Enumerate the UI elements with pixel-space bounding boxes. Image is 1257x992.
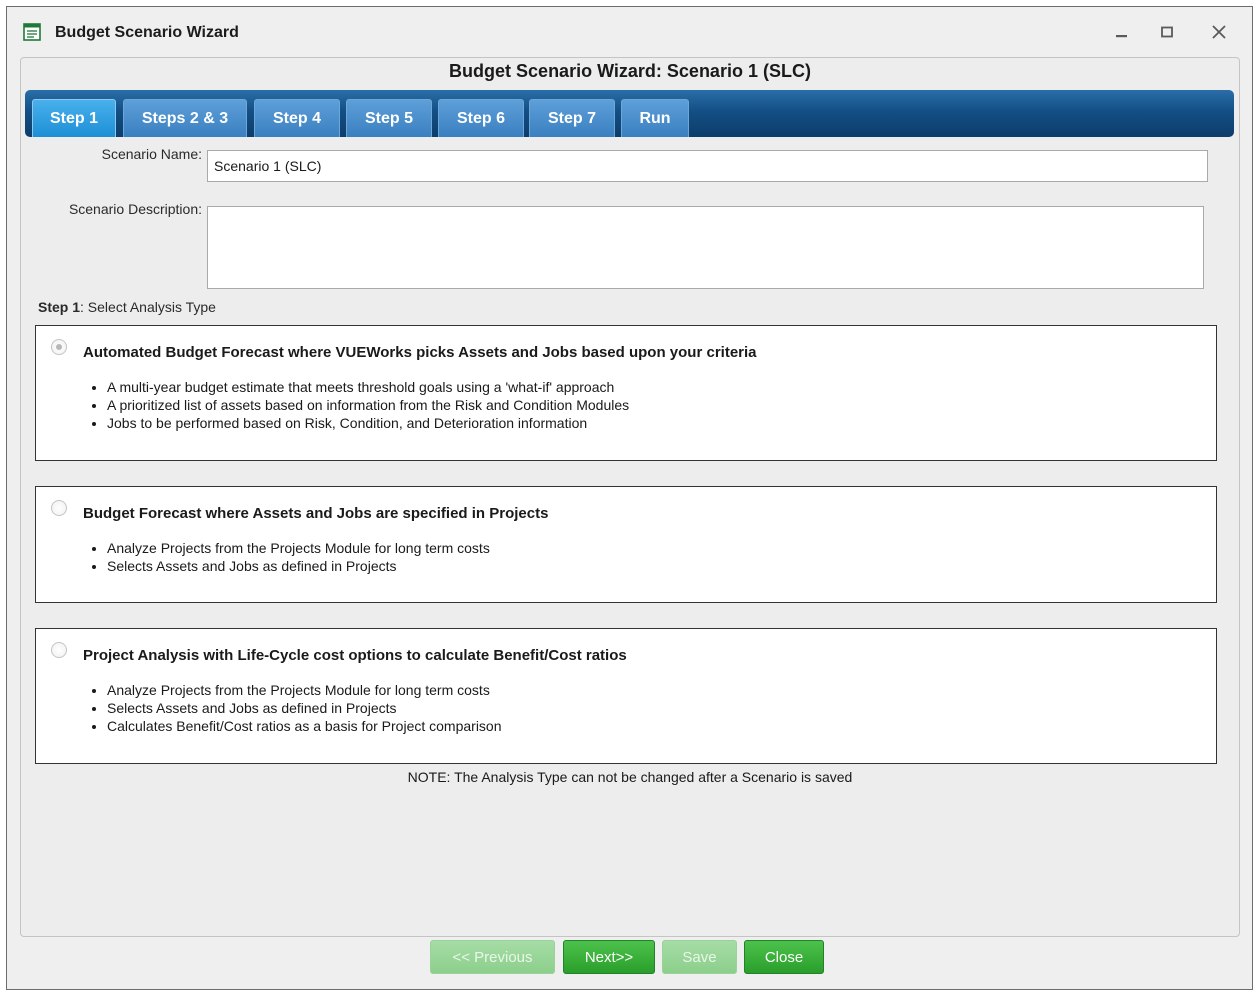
analysis-option-automated[interactable]: Automated Budget Forecast where VUEWorks… xyxy=(35,325,1217,461)
scenario-description-field[interactable] xyxy=(207,206,1204,289)
save-button[interactable]: Save xyxy=(662,940,737,974)
option-heading: Budget Forecast where Assets and Jobs ar… xyxy=(83,505,549,522)
tab-step-6[interactable]: Step 6 xyxy=(438,99,524,137)
next-button[interactable]: Next>> xyxy=(563,940,655,974)
tab-run[interactable]: Run xyxy=(621,99,689,137)
radio-life-cycle[interactable] xyxy=(51,642,67,658)
scenario-name-label: Scenario Name: xyxy=(101,146,202,162)
analysis-type-note: NOTE: The Analysis Type can not be chang… xyxy=(407,769,853,785)
list-item: Selects Assets and Jobs as defined in Pr… xyxy=(107,699,502,717)
step-caption-text: : Select Analysis Type xyxy=(80,299,216,315)
analysis-option-life-cycle[interactable]: Project Analysis with Life-Cycle cost op… xyxy=(35,628,1217,764)
tab-step-1[interactable]: Step 1 xyxy=(32,99,116,137)
radio-projects[interactable] xyxy=(51,500,67,516)
list-item: Analyze Projects from the Projects Modul… xyxy=(107,539,490,557)
option-bullets: A multi-year budget estimate that meets … xyxy=(91,378,629,432)
step-caption-prefix: Step 1 xyxy=(38,299,81,315)
list-item: Selects Assets and Jobs as defined in Pr… xyxy=(107,557,490,575)
wizard-panel: Budget Scenario Wizard: Scenario 1 (SLC)… xyxy=(20,57,1240,937)
option-bullets: Analyze Projects from the Projects Modul… xyxy=(91,539,490,575)
tab-step-7[interactable]: Step 7 xyxy=(529,99,615,137)
minimize-icon[interactable] xyxy=(1110,21,1134,43)
list-item: Analyze Projects from the Projects Modul… xyxy=(107,681,502,699)
option-heading: Automated Budget Forecast where VUEWorks… xyxy=(83,344,757,361)
step-caption: Step 1: Select Analysis Type xyxy=(38,299,216,315)
tab-steps-2-3[interactable]: Steps 2 & 3 xyxy=(123,99,247,137)
step-tab-bar: Step 1 Steps 2 & 3 Step 4 Step 5 Step 6 … xyxy=(25,90,1234,137)
tab-step-4[interactable]: Step 4 xyxy=(254,99,340,137)
window-title: Budget Scenario Wizard xyxy=(55,24,239,41)
wizard-window: Budget Scenario Wizard Budget Scenario W… xyxy=(6,6,1253,990)
close-button[interactable]: Close xyxy=(744,940,824,974)
option-bullets: Analyze Projects from the Projects Modul… xyxy=(91,681,502,735)
close-icon[interactable] xyxy=(1207,21,1231,43)
form-icon xyxy=(23,23,41,41)
list-item: Jobs to be performed based on Risk, Cond… xyxy=(107,414,629,432)
tab-step-5[interactable]: Step 5 xyxy=(346,99,432,137)
analysis-option-projects[interactable]: Budget Forecast where Assets and Jobs ar… xyxy=(35,486,1217,603)
panel-title: Budget Scenario Wizard: Scenario 1 (SLC) xyxy=(449,61,811,81)
previous-button[interactable]: << Previous xyxy=(430,940,555,974)
scenario-description-label: Scenario Description: xyxy=(68,201,202,217)
list-item: A multi-year budget estimate that meets … xyxy=(107,378,629,396)
list-item: Calculates Benefit/Cost ratios as a basi… xyxy=(107,717,502,735)
option-heading: Project Analysis with Life-Cycle cost op… xyxy=(83,647,627,664)
radio-automated[interactable] xyxy=(51,339,67,355)
scenario-name-field[interactable] xyxy=(207,150,1208,182)
title-bar[interactable]: Budget Scenario Wizard xyxy=(7,7,1252,57)
list-item: A prioritized list of assets based on in… xyxy=(107,396,629,414)
maximize-icon[interactable] xyxy=(1155,21,1179,43)
